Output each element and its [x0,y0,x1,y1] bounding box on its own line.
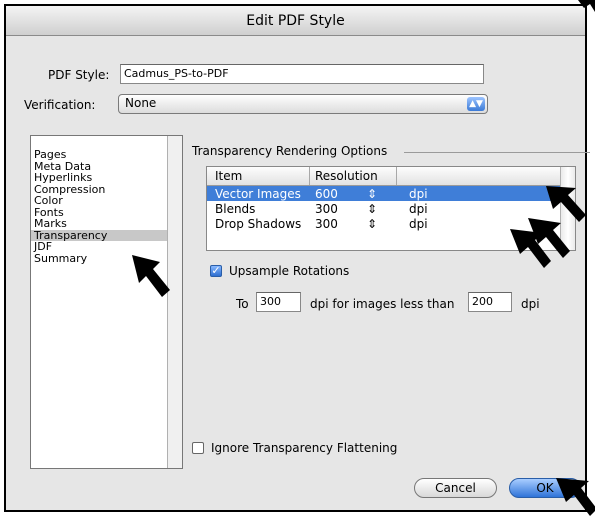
dialog-title-bar: Edit PDF Style [6,6,585,36]
row-item: Drop Shadows [215,217,302,231]
to-label: To [236,297,249,311]
resolution-table[interactable]: Item Resolution Vector Images 600 ⇕ dpi … [206,166,576,251]
dpi-input[interactable]: 300 [256,292,301,312]
list-item-pages[interactable]: Pages [31,149,182,161]
table-header: Item Resolution [207,167,561,186]
table-scrollbar[interactable] [560,167,575,250]
column-separator [396,167,397,185]
list-item-transparency[interactable]: Transparency [31,229,182,241]
list-item-jdf[interactable]: JDF [31,241,182,253]
row-item: Vector Images [215,187,301,201]
table-row[interactable]: Vector Images 600 ⇕ dpi [207,186,561,201]
list-scrollbar[interactable] [167,136,182,468]
row-resolution[interactable]: 300 [315,217,338,231]
row-unit: dpi [409,217,428,231]
stepper-icon[interactable]: ⇕ [367,187,377,201]
dpi-for-images-label: dpi for images less than [310,297,455,311]
pdf-style-label: PDF Style: [48,68,110,82]
table-row[interactable]: Blends 300 ⇕ dpi [207,201,561,216]
pdf-style-field[interactable]: Cadmus_PS-to-PDF [120,64,484,84]
group-divider [404,152,590,153]
header-resolution[interactable]: Resolution [315,169,378,183]
row-unit: dpi [409,202,428,216]
list-item-hyperlinks[interactable]: Hyperlinks [31,172,182,184]
cancel-button[interactable]: Cancel [414,478,497,498]
table-row[interactable]: Drop Shadows 300 ⇕ dpi [207,216,561,231]
edit-pdf-style-dialog: Edit PDF Style PDF Style: Cadmus_PS-to-P… [4,4,590,512]
header-item[interactable]: Item [215,169,242,183]
settings-category-list[interactable]: Pages Meta Data Hyperlinks Compression C… [30,135,183,469]
upsample-rotations-label: Upsample Rotations [229,264,350,278]
dialog-title: Edit PDF Style [246,12,345,29]
list-item-summary[interactable]: Summary [31,252,182,265]
row-resolution[interactable]: 600 [315,187,338,201]
ignore-flattening-label: Ignore Transparency Flattening [211,441,398,455]
row-item: Blends [215,202,256,216]
stepper-icon[interactable]: ⇕ [367,217,377,231]
row-unit: dpi [409,187,428,201]
list-item-color[interactable]: Color [31,195,182,207]
list-item-marks[interactable]: Marks [31,218,182,230]
popup-arrows-icon: ▲▼ [467,97,485,111]
verification-popup[interactable]: None ▲▼ [118,94,488,114]
ignore-flattening-checkbox[interactable] [192,442,204,454]
stepper-icon[interactable]: ⇕ [367,202,377,216]
upsample-rotations-checkbox[interactable]: ✓ [210,265,222,277]
transparency-group-title: Transparency Rendering Options [192,144,388,158]
verification-label: Verification: [24,98,96,112]
column-separator [309,167,310,185]
dpi-unit-label: dpi [521,297,540,311]
threshold-input[interactable]: 200 [468,292,512,312]
row-resolution[interactable]: 300 [315,202,338,216]
ok-button[interactable]: OK [509,478,581,498]
verification-value: None [125,96,157,110]
